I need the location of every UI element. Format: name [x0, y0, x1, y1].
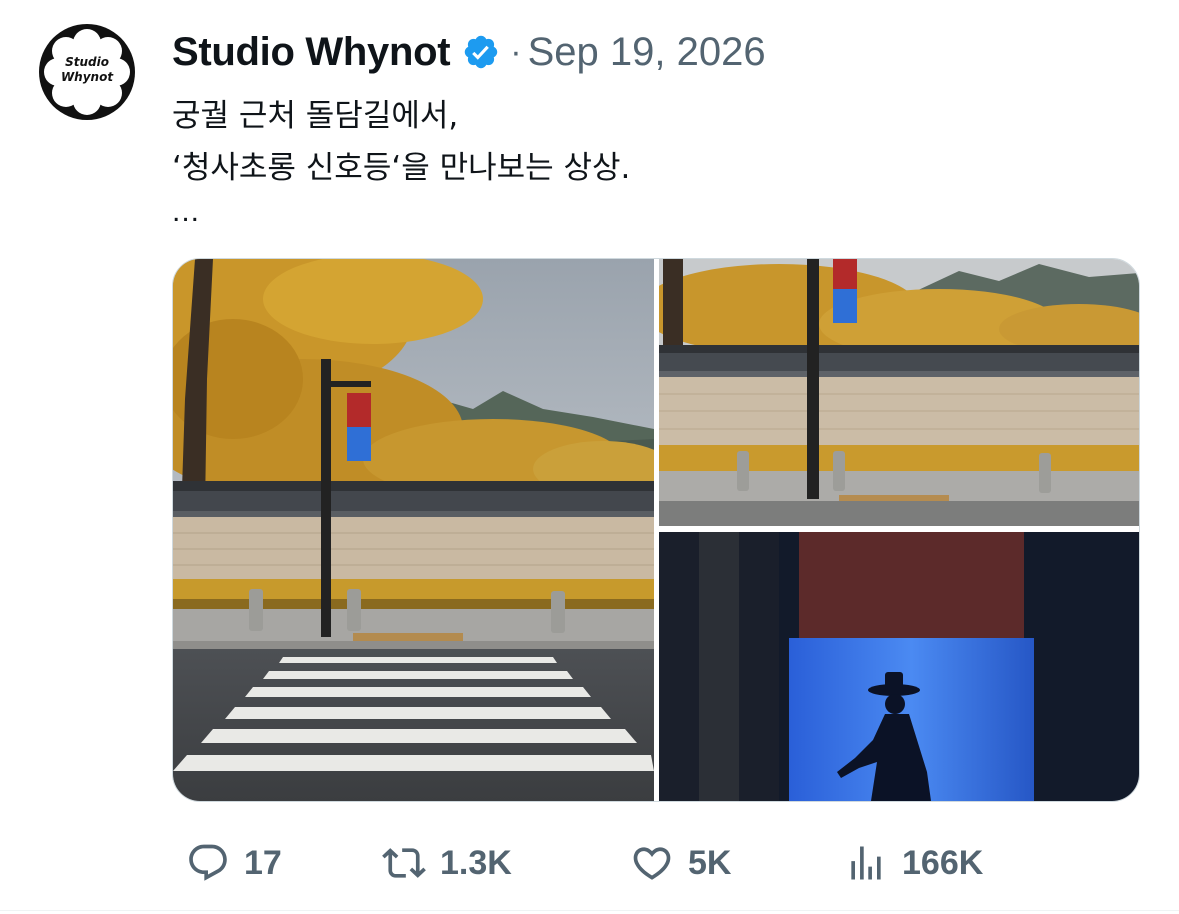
- media-grid: [172, 258, 1140, 802]
- views-button[interactable]: 166K: [844, 838, 983, 888]
- like-count: 5K: [688, 843, 732, 882]
- avatar[interactable]: Studio Whynot: [36, 22, 138, 122]
- avatar-label-line1: Studio: [65, 55, 109, 69]
- repost-count: 1.3K: [440, 843, 512, 882]
- views-chart-icon: [844, 841, 888, 885]
- repost-icon: [382, 841, 426, 885]
- media-image-crosswalk[interactable]: [173, 259, 654, 801]
- media-image-wall[interactable]: [659, 259, 1139, 526]
- post-text: 궁궐 근처 돌담길에서, ‘청사초롱 신호등‘을 만나보는 상상.: [172, 90, 1132, 194]
- verified-badge-icon[interactable]: [462, 33, 500, 71]
- reply-count: 17: [244, 843, 282, 882]
- crosswalk-street-photo: [173, 259, 654, 801]
- views-count: 166K: [902, 843, 984, 882]
- reply-icon: [186, 841, 230, 885]
- lantern-closeup-photo: [659, 532, 1139, 801]
- stone-wall-lantern-photo: [659, 259, 1139, 526]
- avatar-label: Studio Whynot: [36, 55, 138, 85]
- heart-icon: [630, 841, 674, 885]
- reply-button[interactable]: 17: [186, 838, 282, 888]
- repost-button[interactable]: 1.3K: [382, 838, 512, 888]
- action-bar: 17 1.3K 5K 166K: [186, 838, 1086, 888]
- header-separator: ·: [510, 32, 522, 71]
- post-text-line-1: 궁궐 근처 돌담길에서,: [172, 98, 459, 134]
- media-image-lantern[interactable]: [659, 532, 1139, 801]
- post-text-line-2: ‘청사초롱 신호등‘을 만나보는 상상.: [172, 150, 631, 186]
- avatar-label-line2: Whynot: [60, 70, 114, 84]
- show-more-ellipsis[interactable]: ...: [172, 195, 200, 229]
- tweet: Studio Whynot Studio Whynot · Sep 19, 20…: [0, 0, 1179, 914]
- like-button[interactable]: 5K: [630, 838, 731, 888]
- tweet-header: Studio Whynot · Sep 19, 2026: [172, 24, 766, 80]
- bottom-divider: [0, 910, 1179, 911]
- post-date[interactable]: Sep 19, 2026: [528, 30, 766, 75]
- display-name[interactable]: Studio Whynot: [172, 30, 451, 75]
